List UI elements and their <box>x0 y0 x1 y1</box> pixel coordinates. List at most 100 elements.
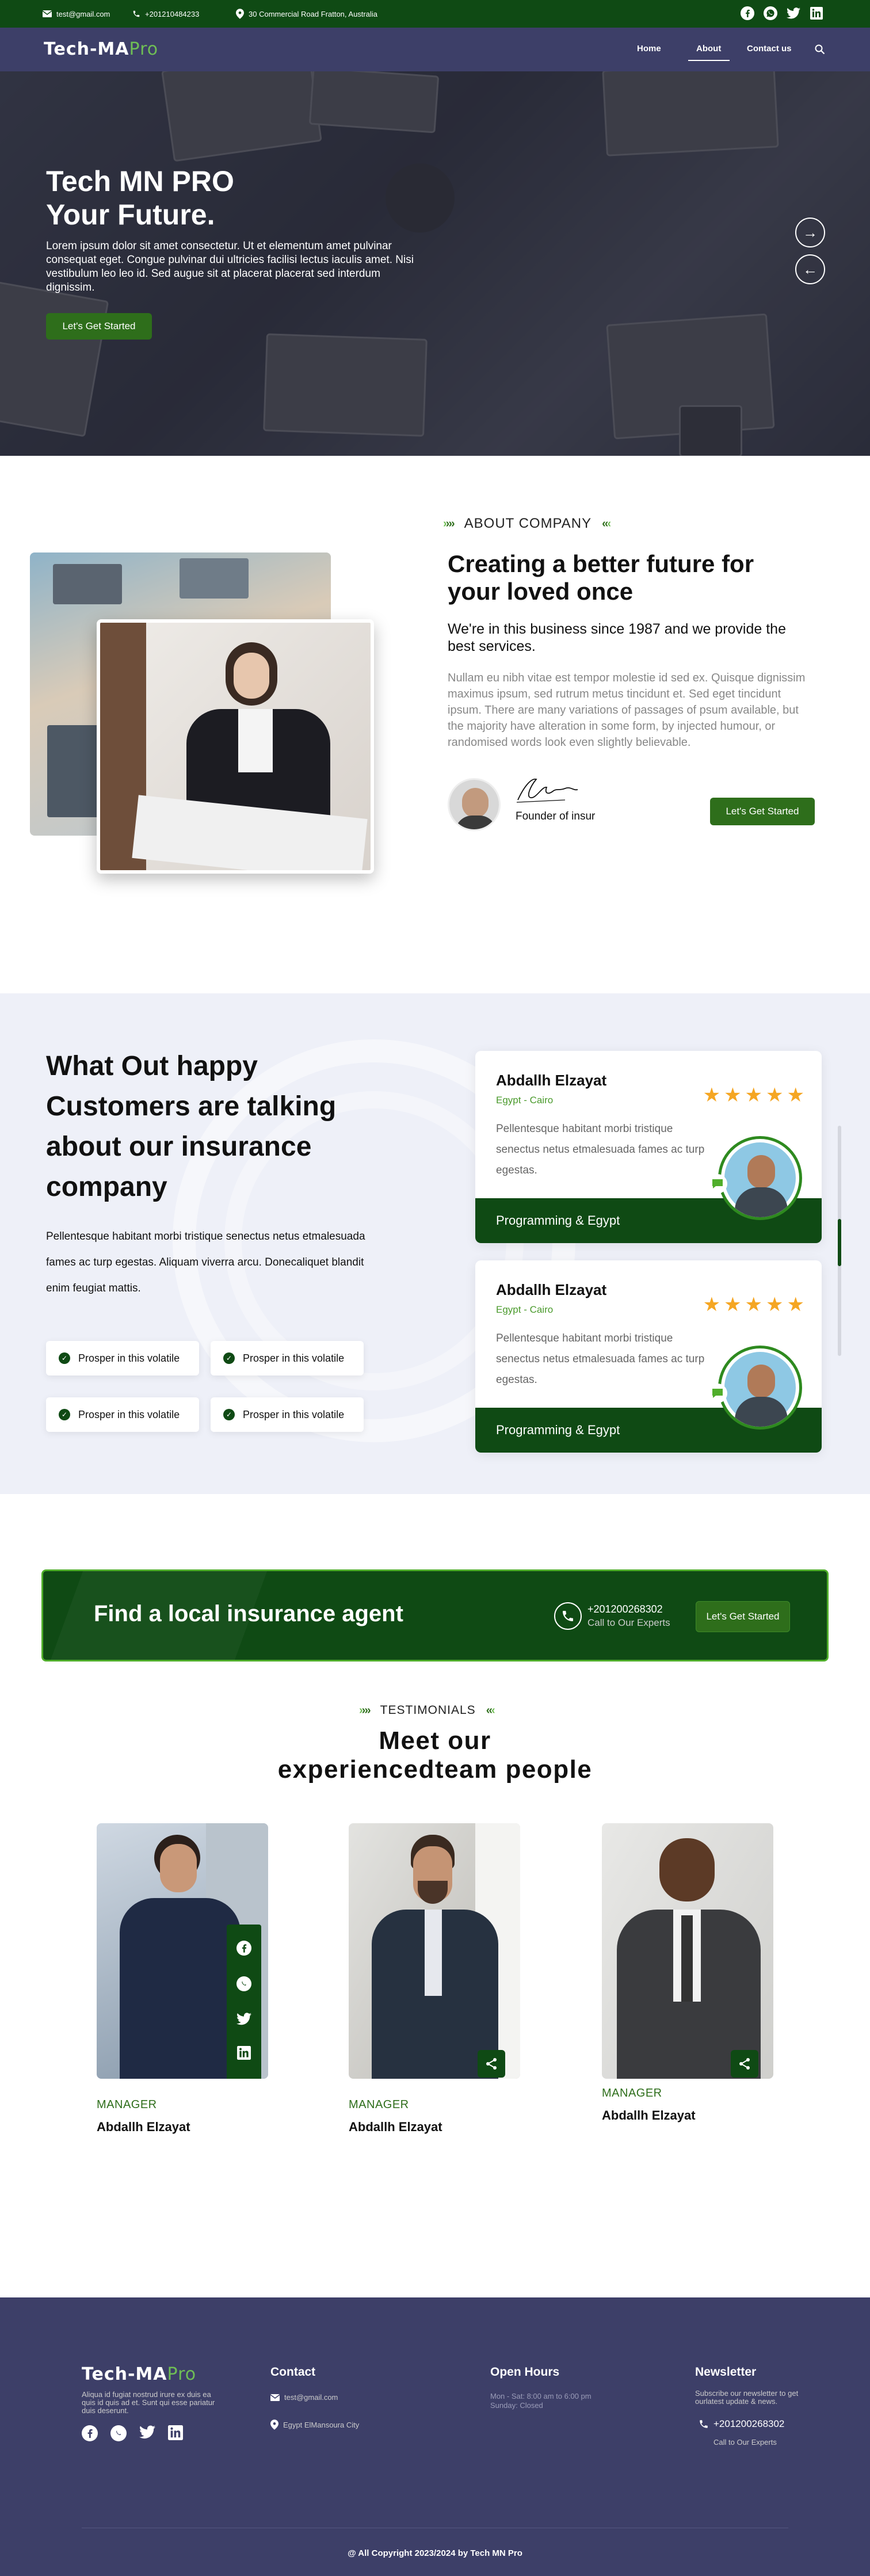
cta-get-started-button[interactable]: Let's Get Started <box>696 1601 790 1632</box>
team-title-line1: Meet our <box>379 1727 491 1755</box>
footer-contact-title: Contact <box>270 2365 316 2379</box>
team-member-role: MANAGER <box>97 2098 157 2111</box>
share-icon <box>486 2058 497 2070</box>
twitter-icon[interactable] <box>786 6 801 21</box>
topbar-phone[interactable]: +201210484233 <box>132 0 199 28</box>
testimonial-card: Abdallh Elzayat Egypt - Cairo ★ ★ ★ ★ ★ Pell… <box>475 1260 822 1453</box>
footer-newsletter-text: Subscribe our newsletter to get ourlates… <box>695 2389 799 2406</box>
team-title: Meet our experiencedteam people <box>205 1727 665 1784</box>
photo-suit-shape <box>120 1898 241 2079</box>
linkedin-icon[interactable] <box>809 6 824 21</box>
twitter-icon[interactable] <box>236 2013 251 2028</box>
phone-icon <box>700 2420 708 2428</box>
footer-logo-main: Tech-MA <box>82 2364 167 2384</box>
testimonial-card: Abdallh Elzayat Egypt - Cairo ★ ★ ★ ★ ★ Pell… <box>475 1051 822 1243</box>
star-icon: ★ <box>703 1084 721 1106</box>
footer-hours-line2: Sunday: Closed <box>490 2401 543 2410</box>
footer-newsletter-phone[interactable]: +201200268302 <box>699 2418 784 2430</box>
team-section-tag: ›››› TESTIMONIALS ‹‹‹ <box>359 1704 495 1717</box>
hero-title-line1: Tech MN PRO <box>46 165 234 197</box>
team-tag-text: TESTIMONIALS <box>380 1704 476 1717</box>
footer-phone-text: +201200268302 <box>713 2418 785 2429</box>
share-button[interactable] <box>731 2050 758 2078</box>
whatsapp-icon[interactable] <box>110 2425 127 2444</box>
hero-prev-arrow-button[interactable]: ← <box>795 254 825 284</box>
feature-pill: ✓ Prosper in this volatile <box>211 1341 364 1375</box>
about-get-started-button[interactable]: Let's Get Started <box>710 798 815 825</box>
photo-shirt-shape <box>425 1910 442 1996</box>
footer-logo[interactable]: Tech-MAPro <box>82 2364 196 2384</box>
team-social-bar <box>227 1925 261 2079</box>
facebook-icon[interactable] <box>236 1940 251 1958</box>
linkedin-icon[interactable] <box>237 2046 251 2063</box>
feature-text: Prosper in this volatile <box>78 1408 180 1420</box>
feature-pill: ✓ Prosper in this volatile <box>46 1397 199 1432</box>
arrow-right-icon: → <box>803 223 818 241</box>
topbar-address-text: 30 Commercial Road Fratton, Australia <box>249 9 377 18</box>
chat-bubble-icon <box>712 1179 723 1188</box>
facebook-icon[interactable] <box>82 2425 98 2444</box>
facebook-icon[interactable] <box>740 6 755 21</box>
topbar-address: 30 Commercial Road Fratton, Australia <box>236 0 377 28</box>
topbar-email[interactable]: test@gmail.com <box>43 0 110 28</box>
photo-tie-shape <box>681 1915 693 2002</box>
founder-avatar <box>448 778 501 831</box>
photo-beard-shape <box>418 1881 448 1904</box>
team-member-card: MANAGER Abdallh Elzayat <box>349 1823 520 2135</box>
active-link-underline <box>688 60 730 61</box>
about-text: Nullam eu nibh vitae est tempor molestie… <box>448 672 806 749</box>
avatar-face-shape <box>747 1365 775 1398</box>
mail-icon <box>43 10 52 17</box>
phone-icon <box>133 10 140 17</box>
feature-pill: ✓ Prosper in this volatile <box>211 1397 364 1432</box>
photo-laptop-shape <box>47 725 105 817</box>
hero-next-arrow-button[interactable]: → <box>795 218 825 247</box>
testimonial-text: Pellentesque habitant morbi tristique se… <box>496 1123 705 1176</box>
twitter-icon[interactable] <box>139 2425 155 2444</box>
location-pin-icon <box>270 2419 278 2430</box>
linkedin-icon[interactable] <box>168 2425 183 2444</box>
share-icon <box>739 2058 750 2070</box>
hero-get-started-button[interactable]: Let's Get Started <box>46 313 152 340</box>
nav-link-about[interactable]: About <box>696 44 721 54</box>
avatar-face-shape <box>462 788 489 818</box>
star-icon: ★ <box>766 1294 784 1316</box>
photo-face-shape <box>160 1844 197 1892</box>
footer-newsletter-title: Newsletter <box>695 2365 757 2379</box>
feature-pill: ✓ Prosper in this volatile <box>46 1341 199 1375</box>
main-navbar: Tech-MAPro Home About Contact us <box>0 28 870 71</box>
cta-phone-label: Call to Our Experts <box>587 1617 670 1628</box>
footer-address-text: Egypt ElMansoura City <box>283 2420 360 2429</box>
check-circle-icon: ✓ <box>59 1409 70 1420</box>
search-icon[interactable] <box>815 44 825 55</box>
site-logo[interactable]: Tech-MAPro <box>44 39 158 59</box>
testimonial-location: Egypt - Cairo <box>496 1095 554 1106</box>
avatar-face-shape <box>747 1155 775 1188</box>
cta-phone-number[interactable]: +201200268302 <box>587 1603 663 1615</box>
whatsapp-icon[interactable] <box>763 6 778 21</box>
share-button[interactable] <box>478 2050 505 2078</box>
rating-stars: ★ ★ ★ ★ ★ <box>703 1085 804 1105</box>
customers-text: Pellentesque habitant morbi tristique se… <box>46 1230 365 1294</box>
chevrons-right-icon: ›››› <box>359 1704 371 1717</box>
arrow-left-icon: ← <box>803 260 818 278</box>
testimonial-name: Abdallh Elzayat <box>496 1072 607 1089</box>
whatsapp-icon[interactable] <box>236 1976 251 1994</box>
team-member-photo <box>602 1823 773 2079</box>
chevrons-left-icon: ‹‹‹ <box>602 517 611 530</box>
cards-scrollbar-thumb[interactable] <box>838 1219 841 1266</box>
team-title-line2: experiencedteam people <box>277 1755 593 1784</box>
check-circle-icon: ✓ <box>223 1409 235 1420</box>
footer-contact-email[interactable]: test@gmail.com <box>270 2393 338 2402</box>
star-icon: ★ <box>787 1294 804 1316</box>
location-pin-icon <box>236 9 244 19</box>
logo-main-text: Tech-MA <box>44 39 129 59</box>
about-subtitle: We're in this business since 1987 and we… <box>448 621 786 654</box>
testimonial-name: Abdallh Elzayat <box>496 1281 607 1298</box>
avatar-body-shape <box>455 816 497 829</box>
nav-link-contact[interactable]: Contact us <box>747 44 792 54</box>
team-member-card: MANAGER Abdallh Elzayat <box>97 1823 268 2135</box>
nav-link-home[interactable]: Home <box>637 44 661 54</box>
footer-logo-pro: Pro <box>167 2364 197 2384</box>
team-member-name: Abdallh Elzayat <box>349 2120 442 2134</box>
